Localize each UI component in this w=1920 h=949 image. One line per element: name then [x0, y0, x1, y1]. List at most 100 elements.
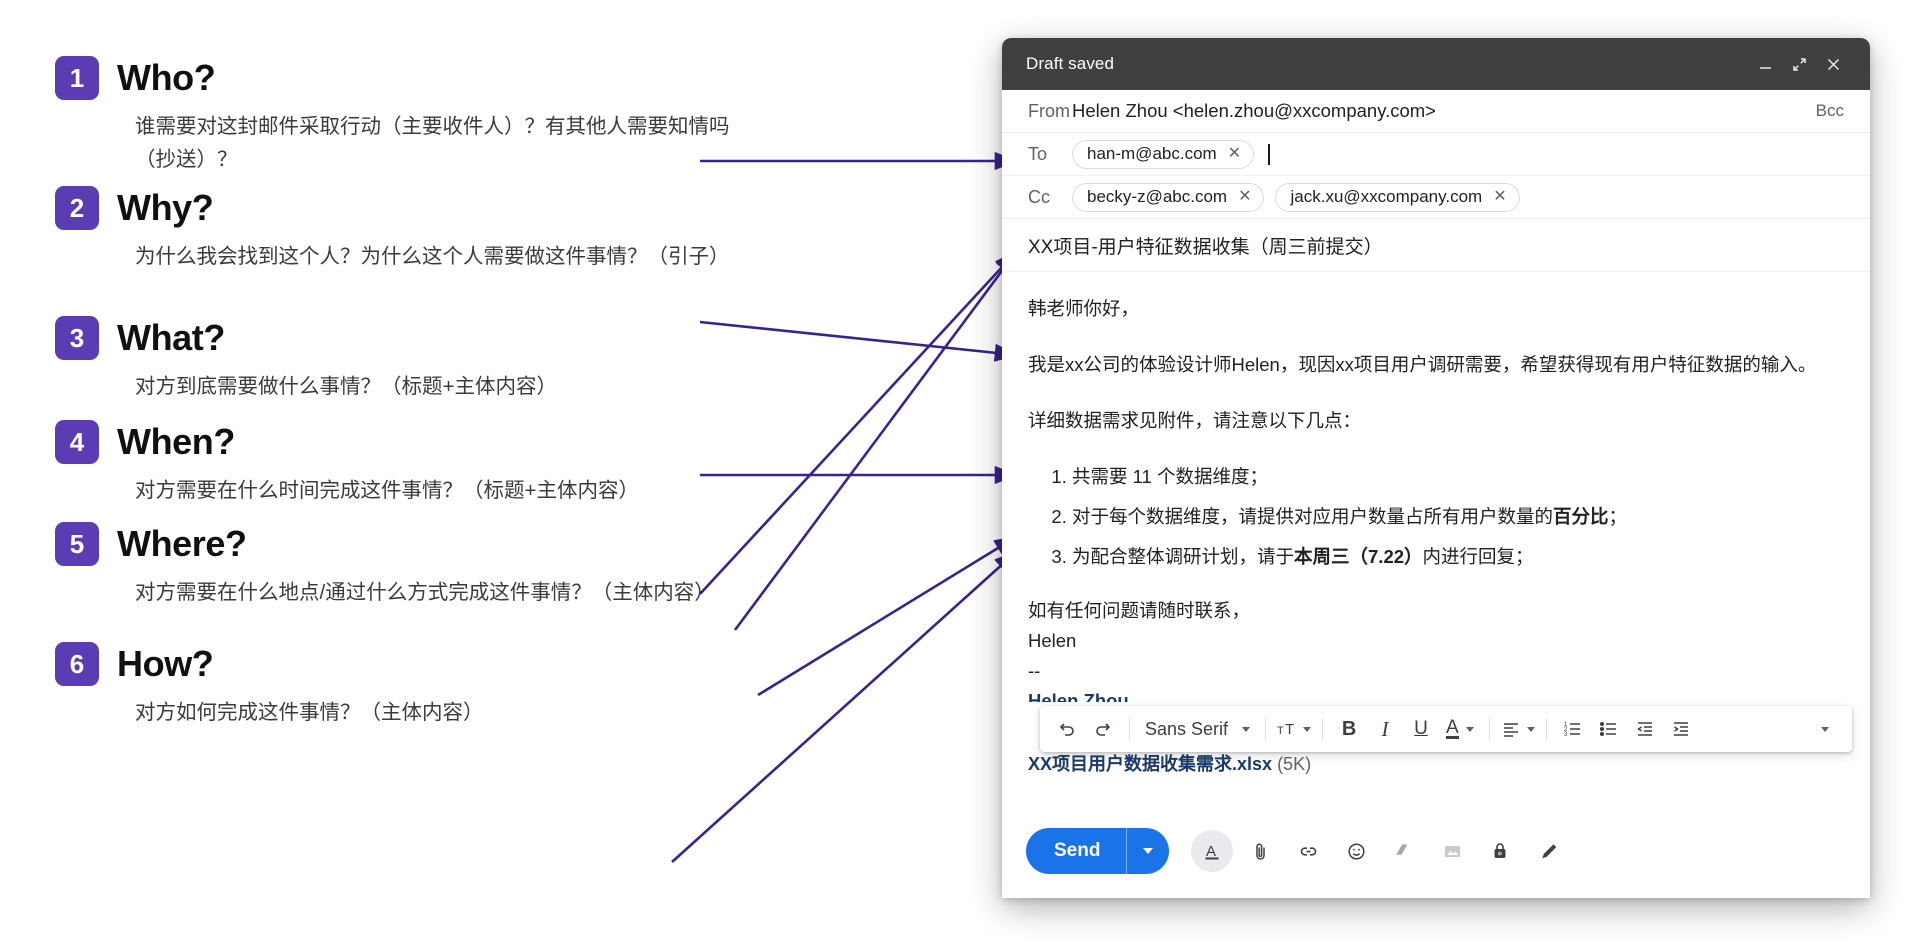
question-title-5: Where?: [117, 523, 247, 564]
remove-cc-icon[interactable]: ✕: [1493, 187, 1506, 207]
point-text: 为配合整体调研计划，请于: [1072, 546, 1295, 567]
insert-link-icon[interactable]: [1287, 830, 1329, 872]
attachment-name: XX项目用户数据收集需求.xlsx: [1028, 754, 1273, 774]
question-desc-5: 对方需要在什么地点/通过什么方式完成这件事情？（主体内容）: [135, 581, 715, 604]
attachment-chip[interactable]: XX项目用户数据收集需求.xlsx (5K): [1028, 750, 1311, 776]
insert-drive-icon[interactable]: [1383, 830, 1425, 872]
compose-titlebar: Draft saved: [1002, 38, 1870, 90]
remove-cc-icon[interactable]: ✕: [1238, 187, 1251, 207]
question-badge-1: 1: [55, 56, 99, 100]
body-point-3: 为配合整体调研计划，请于本周三（7.22）内进行回复；: [1072, 540, 1844, 574]
from-value: Helen Zhou <helen.zhou@xxcompany.com>: [1072, 100, 1436, 121]
align-icon[interactable]: [1501, 713, 1535, 745]
text-color-letter: A: [1446, 717, 1459, 739]
formatting-options-icon[interactable]: A: [1191, 830, 1234, 872]
question-header: 4 When?: [55, 420, 639, 464]
toolbar-divider: [1322, 718, 1324, 740]
bcc-button[interactable]: Bcc: [1816, 101, 1844, 121]
insert-signature-icon[interactable]: [1527, 830, 1569, 872]
question-header: 2 Why?: [55, 186, 730, 230]
point-text: 共需要 11 个数据维度；: [1072, 466, 1268, 487]
question-badge-6: 6: [55, 642, 99, 686]
message-body[interactable]: 韩老师你好， 我是xx公司的体验设计师Helen，现因xx项目用户调研需要，希望…: [1002, 272, 1870, 702]
point-bold: 本周三（7.22）: [1294, 546, 1423, 567]
recipient-chip[interactable]: han-m@abc.com ✕: [1072, 139, 1255, 169]
signature-divider: --: [1028, 660, 1041, 681]
question-badge-3: 3: [55, 316, 99, 360]
chevron-down-icon: [1303, 726, 1312, 732]
underline-button[interactable]: U: [1406, 713, 1436, 745]
expand-icon[interactable]: [1782, 47, 1816, 81]
send-button[interactable]: Send: [1026, 828, 1170, 874]
font-family-select[interactable]: Sans Serif: [1141, 719, 1254, 740]
confidential-mode-icon[interactable]: [1479, 830, 1521, 872]
font-family-value: Sans Serif: [1145, 718, 1229, 739]
subject-row[interactable]: XX项目-用户特征数据收集（周三前提交）: [1002, 219, 1870, 272]
signature-name: Helen Zhou: [1028, 690, 1129, 702]
question-header: 1 Who?: [55, 56, 735, 100]
question-desc-2: 为什么我会找到这个人？为什么这个人需要做这件事情？（引子）: [135, 245, 730, 268]
cc-chip[interactable]: jack.xu@xxcompany.com ✕: [1275, 182, 1520, 212]
font-size-icon[interactable]: T T: [1277, 713, 1312, 745]
cc-chip[interactable]: becky-z@abc.com ✕: [1072, 182, 1265, 212]
body-intro: 我是xx公司的体验设计师Helen，现因xx项目用户调研需要，希望获得现有用户特…: [1028, 354, 1817, 375]
five-w-one-h-panel: 1 Who? 谁需要对这封邮件采取行动（主要收件人）？有其他人需要知情吗（抄送）…: [0, 0, 1000, 949]
to-row[interactable]: To han-m@abc.com ✕: [1002, 133, 1870, 176]
screenshot-root: 1 Who? 谁需要对这封邮件采取行动（主要收件人）？有其他人需要知情吗（抄送）…: [0, 0, 1920, 949]
question-item-6: 6 How? 对方如何完成这件事情？（主体内容）: [55, 642, 484, 729]
subject-input[interactable]: XX项目-用户特征数据收集（周三前提交）: [1028, 237, 1383, 258]
undo-icon[interactable]: [1052, 713, 1082, 745]
insert-emoji-icon[interactable]: [1335, 830, 1377, 872]
bullet-list-icon[interactable]: [1594, 713, 1624, 745]
cc-chip-label: becky-z@abc.com: [1087, 186, 1228, 206]
question-header: 6 How?: [55, 642, 484, 686]
body-lead-in: 详细数据需求见附件，请注意以下几点：: [1028, 410, 1362, 431]
body-points-list: 共需要 11 个数据维度； 对于每个数据维度，请提供对应用户数量占所有用户数量的…: [1072, 460, 1844, 574]
send-button-label: Send: [1054, 840, 1101, 861]
chevron-down-icon: [1821, 726, 1829, 732]
more-options-icon[interactable]: [1810, 713, 1840, 745]
svg-text:A: A: [1206, 843, 1216, 860]
body-closing: 如有任何问题请随时联系，: [1028, 600, 1251, 621]
text-color-button[interactable]: A: [1442, 713, 1478, 745]
indent-more-icon[interactable]: [1666, 713, 1696, 745]
text-cursor: [1268, 143, 1270, 165]
send-options-caret[interactable]: [1127, 848, 1169, 854]
question-item-4: 4 When? 对方需要在什么时间完成这件事情？（标题+主体内容）: [55, 420, 639, 507]
point-post: ；: [1608, 506, 1628, 527]
cc-chip-label: jack.xu@xxcompany.com: [1290, 186, 1483, 206]
question-desc-4: 对方需要在什么时间完成这件事情？（标题+主体内容）: [135, 479, 639, 502]
from-row[interactable]: From Helen Zhou <helen.zhou@xxcompany.co…: [1002, 90, 1870, 133]
close-icon[interactable]: [1816, 47, 1850, 81]
from-label: From: [1028, 100, 1070, 121]
recipient-chip-label: han-m@abc.com: [1087, 143, 1217, 163]
attach-file-icon[interactable]: [1239, 830, 1281, 872]
minimize-icon[interactable]: [1748, 47, 1782, 81]
indent-less-icon[interactable]: [1630, 713, 1660, 745]
compose-bottom-bar: Send A: [1002, 804, 1870, 898]
question-item-1: 1 Who? 谁需要对这封邮件采取行动（主要收件人）？有其他人需要知情吗（抄送）…: [55, 56, 735, 176]
formatting-toolbar: Sans Serif T T B I U A 1 2 3: [1040, 706, 1852, 752]
insert-photo-icon[interactable]: [1431, 830, 1473, 872]
svg-text:3: 3: [1564, 732, 1568, 738]
question-title-2: Why?: [117, 187, 214, 228]
redo-icon[interactable]: [1088, 713, 1118, 745]
question-title-1: Who?: [117, 57, 216, 98]
body-point-2: 对于每个数据维度，请提供对应用户数量占所有用户数量的百分比；: [1072, 500, 1844, 534]
to-label: To: [1028, 143, 1048, 164]
chevron-down-icon: [1465, 726, 1474, 732]
numbered-list-icon[interactable]: 1 2 3: [1558, 713, 1588, 745]
toolbar-divider: [1265, 718, 1267, 740]
italic-button[interactable]: I: [1370, 713, 1400, 745]
question-header: 3 What?: [55, 316, 557, 360]
bold-button[interactable]: B: [1334, 713, 1364, 745]
cc-row[interactable]: Cc becky-z@abc.com ✕ jack.xu@xxcompany.c…: [1002, 176, 1870, 219]
point-text: 对于每个数据维度，请提供对应用户数量占所有用户数量的: [1072, 506, 1554, 527]
svg-text:T: T: [1285, 721, 1294, 738]
point-bold: 百分比: [1553, 506, 1609, 527]
chevron-down-icon: [1526, 726, 1535, 732]
question-badge-5: 5: [55, 522, 99, 566]
question-desc-1: 谁需要对这封邮件采取行动（主要收件人）？有其他人需要知情吗（抄送）？: [135, 115, 730, 171]
toolbar-divider: [1488, 718, 1490, 740]
remove-recipient-icon[interactable]: ✕: [1228, 144, 1241, 164]
